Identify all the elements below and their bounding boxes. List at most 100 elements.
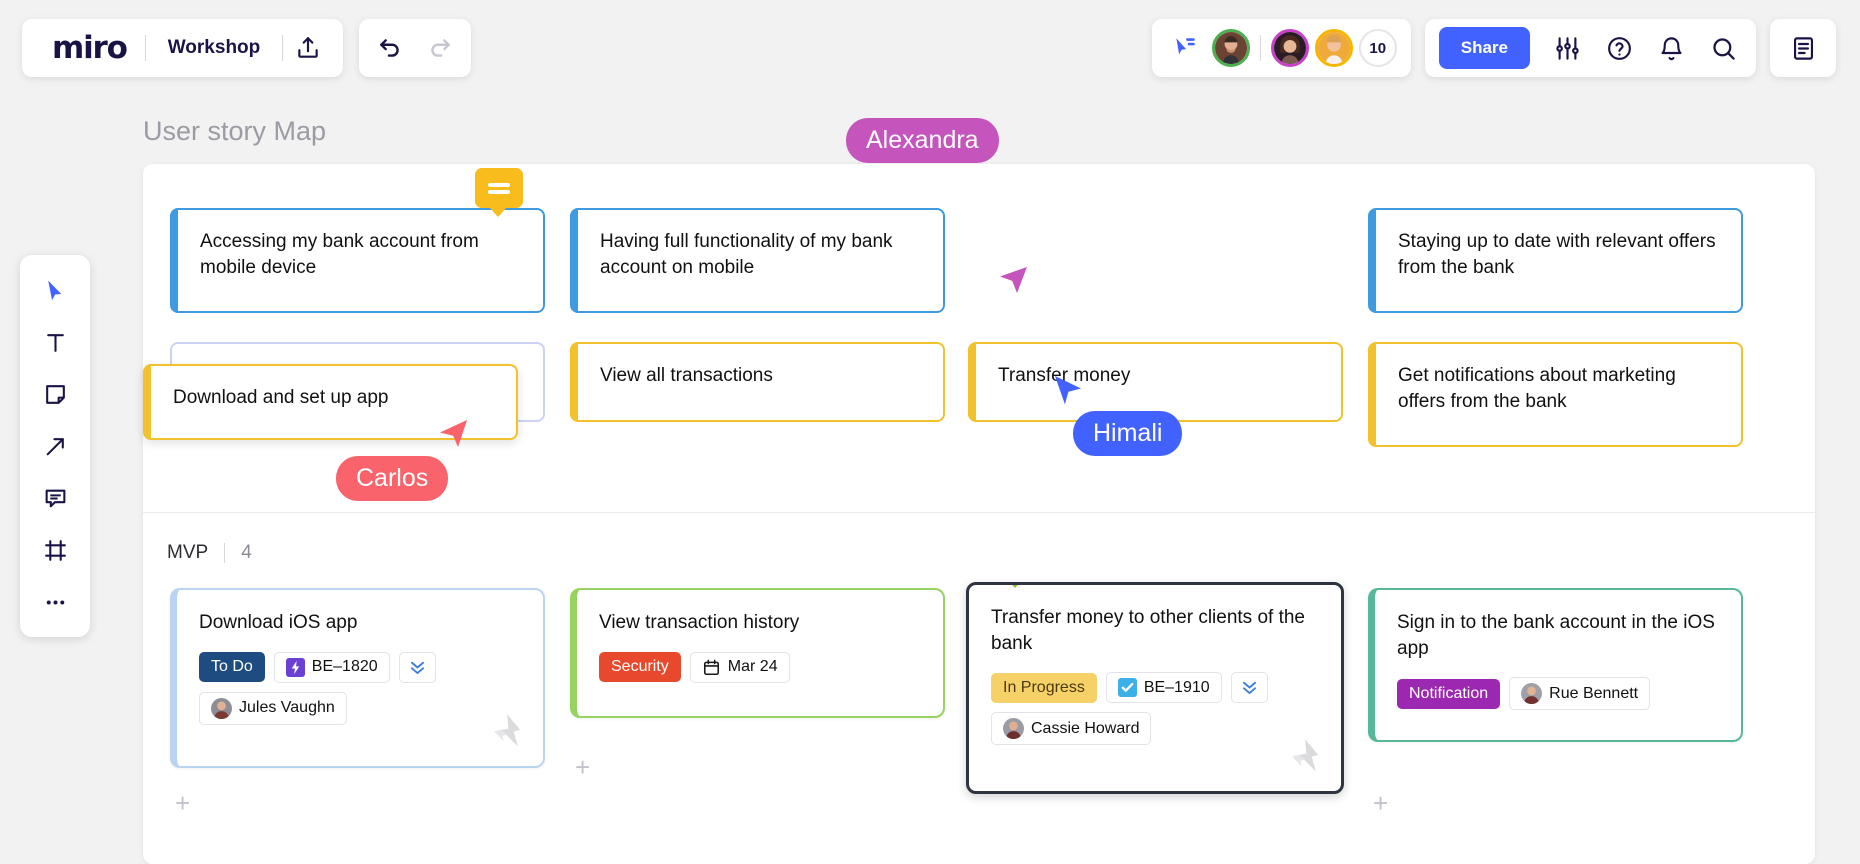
activity-card[interactable]: View all transactions — [570, 342, 945, 422]
status-badge[interactable]: Security — [599, 652, 681, 682]
export-button[interactable] — [283, 23, 333, 73]
story-assignee-row: Cassie Howard — [991, 712, 1319, 745]
status-badge[interactable]: Notification — [1397, 679, 1500, 709]
redo-button[interactable] — [415, 23, 465, 73]
jira-logo-watermark — [1285, 737, 1323, 775]
activity-card[interactable]: Get notifications about marketing offers… — [1368, 342, 1743, 447]
sticky-note-tool[interactable] — [29, 371, 81, 417]
avatar-image — [1274, 32, 1306, 64]
board-toolbar-group: miro Workshop — [22, 19, 343, 77]
story-badge-row: In Progress BE–1910 — [991, 672, 1319, 703]
story-title: View transaction history — [599, 610, 921, 636]
collaborator-count[interactable]: 10 — [1359, 29, 1397, 67]
story-badge-row: Security Mar 24 — [599, 652, 921, 683]
release-label[interactable]: MVP 4 — [167, 542, 252, 564]
avatar[interactable] — [1212, 29, 1250, 67]
assignee-name: Rue Bennett — [1549, 685, 1638, 703]
question-circle-icon — [1606, 35, 1633, 62]
priority-chip[interactable] — [1231, 672, 1268, 703]
epic-card[interactable]: Having full functionality of my bank acc… — [570, 208, 945, 313]
chevrons-down-icon — [408, 658, 427, 677]
avatar-image — [1318, 32, 1350, 64]
panel-group — [1770, 19, 1836, 77]
jira-logo-watermark — [487, 712, 525, 750]
assignee-chip[interactable]: Rue Bennett — [1509, 677, 1650, 710]
ticket-chip[interactable]: BE–1820 — [274, 652, 390, 683]
story-assignee-row: Jules Vaughn — [199, 692, 521, 725]
collaborator-cursor-himali — [1051, 372, 1087, 408]
assignee-chip[interactable]: Cassie Howard — [991, 712, 1151, 745]
collaborator-cursor-alexandra — [995, 261, 1031, 297]
story-map-frame[interactable]: Accessing my bank account from mobile de… — [143, 164, 1815, 864]
search-icon — [1710, 35, 1737, 62]
frame-title[interactable]: User story Map — [143, 116, 326, 147]
assignee-name: Cassie Howard — [1031, 720, 1139, 738]
arrow-tool[interactable] — [29, 423, 81, 469]
ticket-chip[interactable]: BE–1910 — [1106, 672, 1222, 703]
status-badge[interactable]: To Do — [199, 652, 265, 682]
story-title: Transfer money to other clients of the b… — [991, 605, 1319, 656]
epic-card[interactable]: Accessing my bank account from mobile de… — [170, 208, 545, 313]
add-story-button[interactable]: + — [575, 754, 590, 780]
arrow-icon — [43, 434, 68, 459]
upload-icon — [295, 35, 321, 61]
sliders-icon — [1554, 35, 1581, 62]
activity-card[interactable]: Transfer money — [968, 342, 1343, 422]
add-story-button[interactable]: + — [1373, 790, 1388, 816]
epic-card[interactable]: Staying up to date with relevant offers … — [1368, 208, 1743, 313]
activity-card-label: Get notifications about marketing offers… — [1398, 365, 1676, 412]
undo-button[interactable] — [365, 23, 415, 73]
status-badge[interactable]: In Progress — [991, 673, 1097, 703]
more-tools[interactable] — [29, 579, 81, 625]
miro-logo[interactable]: miro — [32, 30, 145, 66]
story-card[interactable]: View transaction history Security Mar 24 — [570, 588, 945, 718]
avatar — [1521, 683, 1542, 704]
date-chip[interactable]: Mar 24 — [690, 652, 790, 683]
calendar-icon — [702, 658, 721, 677]
top-toolbar: miro Workshop — [0, 0, 1860, 96]
add-story-button[interactable]: + — [175, 790, 190, 816]
share-button[interactable]: Share — [1439, 27, 1530, 69]
bell-icon — [1658, 35, 1685, 62]
story-title: Sign in to the bank account in the iOS a… — [1397, 610, 1719, 661]
date-label: Mar 24 — [728, 658, 778, 676]
avatar[interactable] — [1271, 29, 1309, 67]
comment-marker[interactable] — [475, 168, 523, 208]
search-button[interactable] — [1698, 23, 1748, 73]
avatar — [1003, 718, 1024, 739]
story-card-selected[interactable]: Transfer money to other clients of the b… — [966, 582, 1344, 794]
collaborator-cursor-carlos — [437, 416, 473, 452]
comment-tool[interactable] — [29, 475, 81, 521]
comment-lines-icon — [488, 180, 510, 197]
history-toolbar-group — [359, 19, 471, 77]
actions-group: Share — [1425, 19, 1756, 77]
separator — [1260, 35, 1261, 61]
settings-button[interactable] — [1542, 23, 1592, 73]
text-tool[interactable] — [29, 319, 81, 365]
separator — [224, 543, 225, 563]
notes-panel-button[interactable] — [1778, 23, 1828, 73]
story-card[interactable]: Sign in to the bank account in the iOS a… — [1368, 588, 1743, 742]
story-card[interactable]: Download iOS app To Do BE–1820 — [170, 588, 545, 768]
comment-icon — [43, 486, 68, 511]
assignee-name: Jules Vaughn — [239, 699, 335, 717]
cursor-chat-button[interactable] — [1172, 35, 1198, 61]
select-tool[interactable] — [29, 267, 81, 313]
redo-icon — [427, 35, 453, 61]
avatar[interactable] — [1315, 29, 1353, 67]
board-canvas[interactable]: User story Map Accessing my bank account… — [0, 96, 1860, 800]
jira-bolt-icon — [286, 658, 305, 677]
row-divider — [143, 512, 1815, 513]
creation-toolbar — [20, 255, 90, 637]
chevrons-down-icon — [1240, 678, 1259, 697]
avatar-image — [1521, 683, 1542, 704]
notifications-button[interactable] — [1646, 23, 1696, 73]
assignee-chip[interactable]: Jules Vaughn — [199, 692, 347, 725]
story-badge-row: Notification Rue Bennett — [1397, 677, 1719, 710]
frame-tool[interactable] — [29, 527, 81, 573]
release-count: 4 — [241, 542, 252, 564]
ticket-id: BE–1820 — [312, 658, 378, 676]
board-name[interactable]: Workshop — [146, 37, 283, 59]
help-button[interactable] — [1594, 23, 1644, 73]
priority-chip[interactable] — [399, 652, 436, 683]
